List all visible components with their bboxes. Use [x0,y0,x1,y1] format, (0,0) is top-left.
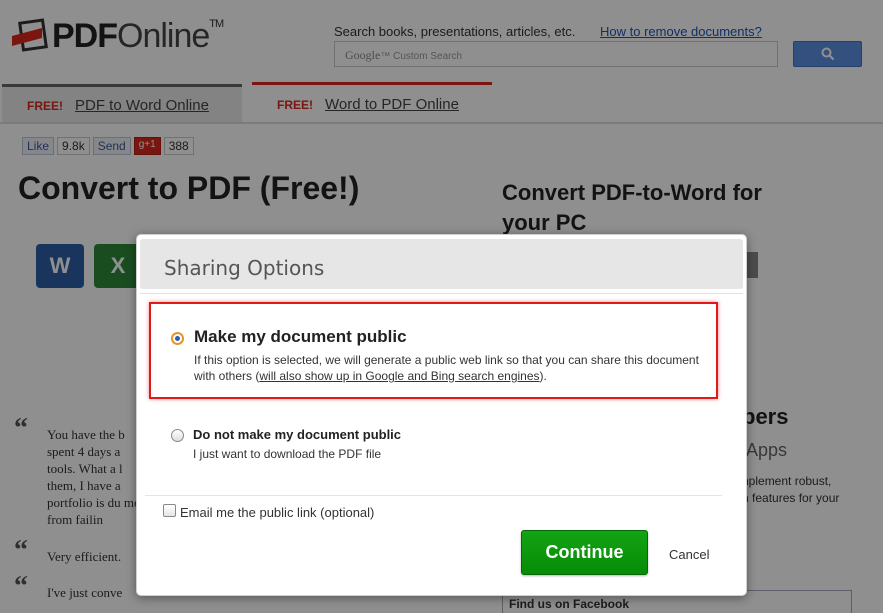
option-public-title[interactable]: Make my document public [194,327,407,347]
option-public-highlight: Make my document public If this option i… [149,302,718,399]
radio-private[interactable] [171,429,184,442]
option-private-description: I just want to download the PDF file [193,447,382,461]
dialog-divider [145,495,722,496]
search-engines-note: will also show up in Google and Bing sea… [259,369,540,383]
sharing-options-dialog: Sharing Options Make my document public … [136,234,747,596]
option-private-title[interactable]: Do not make my document public [193,427,401,442]
email-public-link-checkbox[interactable] [163,504,176,517]
radio-public[interactable] [171,332,184,345]
dialog-title: Sharing Options [140,239,743,289]
dialog-divider [140,293,743,294]
continue-button[interactable]: Continue [521,530,648,575]
option-public-description: If this option is selected, we will gene… [194,353,699,383]
email-public-link-label[interactable]: Email me the public link (optional) [180,505,374,520]
cancel-button[interactable]: Cancel [669,547,709,562]
